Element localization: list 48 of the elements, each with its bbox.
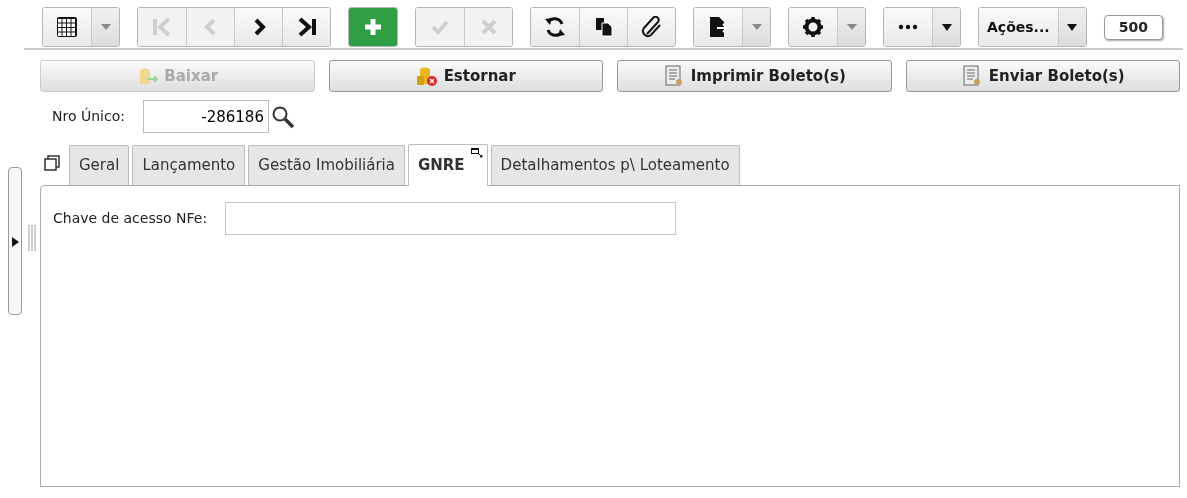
record-count: 500 [1103,14,1163,40]
side-panel-handle[interactable] [8,167,22,315]
toolbar-button[interactable] [694,8,742,46]
caret-icon [751,24,762,30]
gear-icon [803,17,823,37]
more-icon [898,23,918,31]
input-field[interactable]: -286186 [142,100,269,133]
paperclip-icon [640,16,663,38]
toolbar-button[interactable] [43,8,91,46]
windows-icon [44,155,60,171]
plus-icon [363,17,383,37]
document-icon [708,16,728,38]
caret-icon [100,24,111,30]
field-label: Chave de acesso NFe: [53,209,208,228]
dropdown-button[interactable] [1057,8,1086,46]
input-field[interactable] [225,202,677,235]
grid-icon [57,17,77,37]
document-icon [662,65,685,87]
coins-icon [415,65,438,87]
detach-icon [470,148,483,158]
search-icon [270,104,295,129]
toolbar-button[interactable] [789,8,837,46]
copy-icon [593,17,614,37]
action-button[interactable]: Estornar [328,60,603,92]
actions-button[interactable]: Ações... [979,8,1058,46]
action-button[interactable]: Imprimir Boleto(s) [617,60,892,92]
tab[interactable]: Geral [69,145,130,185]
caret-icon [846,24,857,30]
toolbar-button[interactable] [531,8,579,46]
resize-grip-icon[interactable] [28,225,36,251]
action-button[interactable]: Enviar Boleto(s) [905,60,1180,92]
tab[interactable]: Detalhamentos p\ Loteamento [490,145,740,185]
last-icon [296,17,317,37]
tab[interactable]: GNRE [407,144,488,186]
toolbar-button[interactable] [282,8,330,46]
caret-icon [941,23,952,31]
toolbar-button[interactable] [234,8,282,46]
caret-icon [1067,23,1078,31]
refresh-icon [544,16,566,38]
toolbar-button[interactable] [579,8,627,46]
document-icon [960,65,983,87]
field-label: Nro Único: [52,106,125,126]
dropdown-button[interactable] [932,8,960,46]
tab[interactable]: Gestão Imobiliária [248,145,405,185]
tab[interactable]: Lançamento [132,145,246,185]
toolbar-button[interactable] [627,8,675,46]
first-icon [152,17,172,37]
expand-icon [12,237,20,247]
